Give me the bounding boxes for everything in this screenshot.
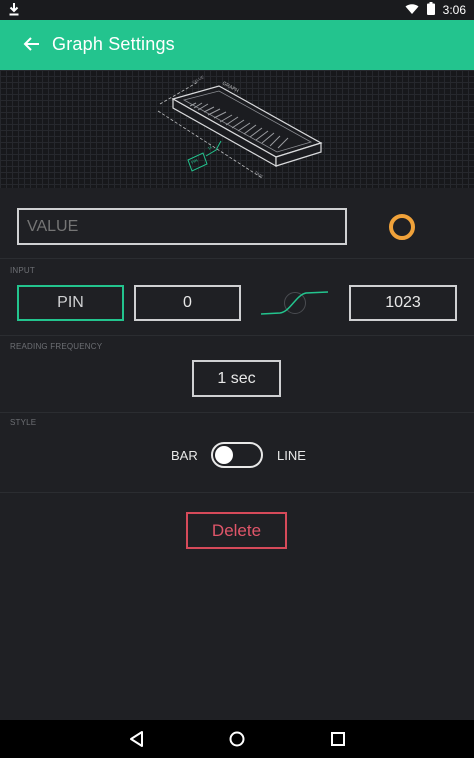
value-label-input[interactable] — [17, 208, 347, 245]
reading-frequency-button[interactable]: 1 sec — [192, 360, 281, 397]
style-bar-label: BAR — [171, 448, 198, 463]
color-picker-button[interactable] — [389, 214, 415, 240]
style-line-label: LINE — [277, 448, 306, 463]
wifi-icon — [405, 3, 419, 18]
style-switch[interactable] — [211, 442, 263, 468]
nav-recents-icon[interactable] — [328, 729, 348, 749]
clock: 3:06 — [442, 3, 466, 17]
divider — [0, 335, 474, 336]
nav-back-icon[interactable] — [127, 729, 147, 749]
divider — [0, 412, 474, 413]
graph-illustration: GRAPH VALUE TIME PIN 1x — [0, 70, 474, 188]
mapping-curve-icon — [260, 291, 329, 315]
style-toggle-row: BAR LINE — [0, 440, 474, 470]
page-title: Graph Settings — [52, 34, 175, 54]
value-axis-label: VALUE — [191, 74, 205, 85]
style-section-label: STYLE — [10, 418, 37, 427]
pin-select-button[interactable]: PIN — [17, 285, 124, 321]
delete-button[interactable]: Delete — [186, 512, 287, 549]
switch-knob — [215, 446, 233, 464]
reading-frequency-label: READING FREQUENCY — [10, 342, 103, 351]
app-bar: Graph Settings — [0, 20, 474, 70]
time-axis-label: TIME — [253, 170, 264, 180]
max-value-field[interactable]: 1023 — [349, 285, 457, 321]
system-nav-bar — [0, 720, 474, 758]
battery-icon — [426, 2, 435, 18]
download-icon — [8, 2, 20, 19]
divider — [0, 492, 474, 493]
nav-home-icon[interactable] — [227, 729, 247, 749]
divider — [0, 258, 474, 259]
arrow-back-icon[interactable] — [20, 32, 44, 56]
status-bar: 3:06 — [0, 0, 474, 20]
min-value-field[interactable]: 0 — [134, 285, 241, 321]
zoom-label: 1x — [206, 144, 212, 151]
input-section-label: INPUT — [10, 266, 35, 275]
